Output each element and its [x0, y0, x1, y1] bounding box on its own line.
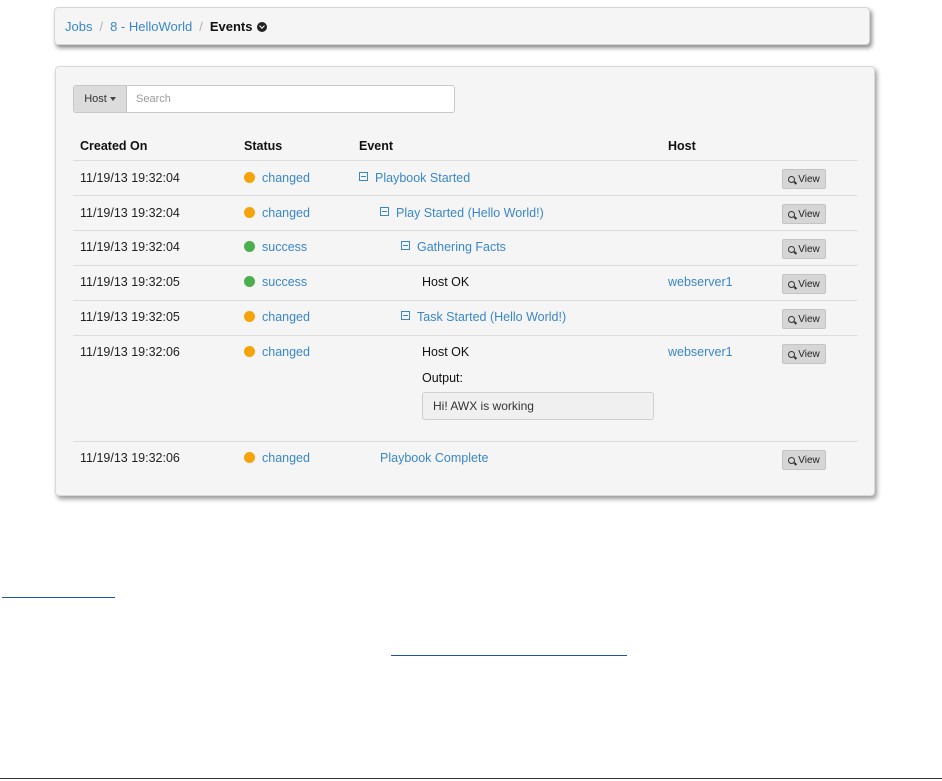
row-divider: [73, 441, 857, 442]
view-button[interactable]: View: [782, 450, 826, 470]
cell-status[interactable]: changed: [244, 310, 310, 324]
link-underline: [2, 597, 115, 598]
cell-status[interactable]: changed: [244, 345, 310, 359]
magnifier-icon: [788, 280, 796, 288]
breadcrumb-separator: /: [199, 18, 203, 34]
event-label: Gathering Facts: [417, 240, 506, 254]
magnifier-icon: [788, 175, 796, 183]
search-field-label: Host: [84, 93, 107, 105]
status-dot: [244, 241, 255, 252]
view-label: View: [798, 173, 820, 185]
row-divider: [73, 230, 857, 231]
status-dot: [244, 346, 255, 357]
status-dot: [244, 452, 255, 463]
view-button[interactable]: View: [782, 344, 826, 364]
event-label: Task Started (Hello World!): [417, 310, 567, 324]
view-label: View: [798, 348, 820, 360]
event-label: Host OK: [422, 345, 470, 359]
view-label: View: [798, 208, 820, 220]
header-created-on[interactable]: Created On: [80, 139, 147, 153]
magnifier-icon: [788, 350, 796, 358]
row-divider: [73, 160, 857, 161]
cell-created: 11/19/13 19:32:05: [80, 275, 180, 289]
events-panel: Host Created On Status Event Host 11/19/…: [55, 66, 875, 496]
view-label: View: [798, 454, 820, 466]
status-label: changed: [262, 206, 310, 220]
header-status[interactable]: Status: [244, 139, 282, 153]
event-label: Playbook Started: [375, 171, 471, 185]
collapse-icon[interactable]: [401, 241, 410, 250]
status-label: success: [262, 240, 308, 254]
event-label: Host OK: [422, 275, 470, 289]
event-link[interactable]: Playbook Complete: [380, 451, 488, 465]
page-divider: [0, 778, 942, 779]
cell-created: 11/19/13 19:32:06: [80, 345, 180, 359]
output-label: Output:: [422, 371, 463, 385]
search-input[interactable]: [127, 86, 454, 112]
status-label: success: [262, 275, 308, 289]
view-button[interactable]: View: [782, 239, 826, 259]
status-label: changed: [262, 310, 310, 324]
event-label: Play Started (Hello World!): [396, 206, 544, 220]
collapse-icon[interactable]: [380, 207, 389, 216]
row-divider: [73, 300, 857, 301]
breadcrumb-jobs[interactable]: Jobs: [65, 19, 92, 34]
cell-status[interactable]: success: [244, 240, 307, 254]
collapse-icon[interactable]: [401, 311, 410, 320]
search-field-dropdown[interactable]: Host: [74, 86, 127, 112]
view-label: View: [798, 313, 820, 325]
status-dot: [244, 276, 255, 287]
magnifier-icon: [788, 315, 796, 323]
collapse-icon[interactable]: [359, 172, 368, 181]
status-dot: [244, 207, 255, 218]
breadcrumb-job[interactable]: 8 - HelloWorld: [110, 19, 192, 34]
status-dot: [244, 311, 255, 322]
cell-created: 11/19/13 19:32:05: [80, 310, 180, 324]
caret-down-icon: [109, 97, 116, 101]
cell-status[interactable]: changed: [244, 206, 310, 220]
row-divider: [73, 195, 857, 196]
cell-created: 11/19/13 19:32:04: [80, 171, 180, 185]
cell-created: 11/19/13 19:32:04: [80, 240, 180, 254]
search-group: Host: [73, 85, 455, 113]
status-label: changed: [262, 171, 310, 185]
output-box: Hi! AWX is working: [422, 392, 654, 420]
magnifier-icon: [788, 456, 796, 464]
magnifier-icon: [788, 245, 796, 253]
view-button[interactable]: View: [782, 274, 826, 294]
link-underline: [391, 655, 627, 656]
header-event[interactable]: Event: [359, 139, 393, 153]
event-link[interactable]: Task Started (Hello World!): [401, 310, 566, 324]
cell-created: 11/19/13 19:32:04: [80, 206, 180, 220]
event-link[interactable]: Play Started (Hello World!): [380, 206, 544, 220]
cell-status[interactable]: changed: [244, 171, 310, 185]
status-label: changed: [262, 451, 310, 465]
chevron-circle-down-icon[interactable]: [257, 22, 268, 32]
cell-status[interactable]: success: [244, 275, 307, 289]
status-dot: [244, 172, 255, 183]
host-link[interactable]: webserver1: [668, 275, 733, 289]
breadcrumb-current: Events: [209, 18, 253, 34]
header-host[interactable]: Host: [668, 139, 696, 153]
view-button[interactable]: View: [782, 169, 826, 189]
row-divider: [73, 335, 857, 336]
status-label: changed: [262, 345, 310, 359]
cell-status[interactable]: changed: [244, 451, 310, 465]
event-link[interactable]: Playbook Started: [359, 171, 470, 185]
view-button[interactable]: View: [782, 204, 826, 224]
row-divider: [73, 265, 857, 266]
view-button[interactable]: View: [782, 309, 826, 329]
breadcrumb-separator: /: [99, 18, 104, 34]
event-link[interactable]: Gathering Facts: [401, 240, 506, 254]
magnifier-icon: [788, 210, 796, 218]
breadcrumb: Jobs / 8 - HelloWorld / Events: [54, 7, 870, 45]
view-label: View: [798, 278, 820, 290]
view-label: View: [798, 243, 820, 255]
cell-created: 11/19/13 19:32:06: [80, 451, 180, 465]
host-link[interactable]: webserver1: [668, 345, 733, 359]
